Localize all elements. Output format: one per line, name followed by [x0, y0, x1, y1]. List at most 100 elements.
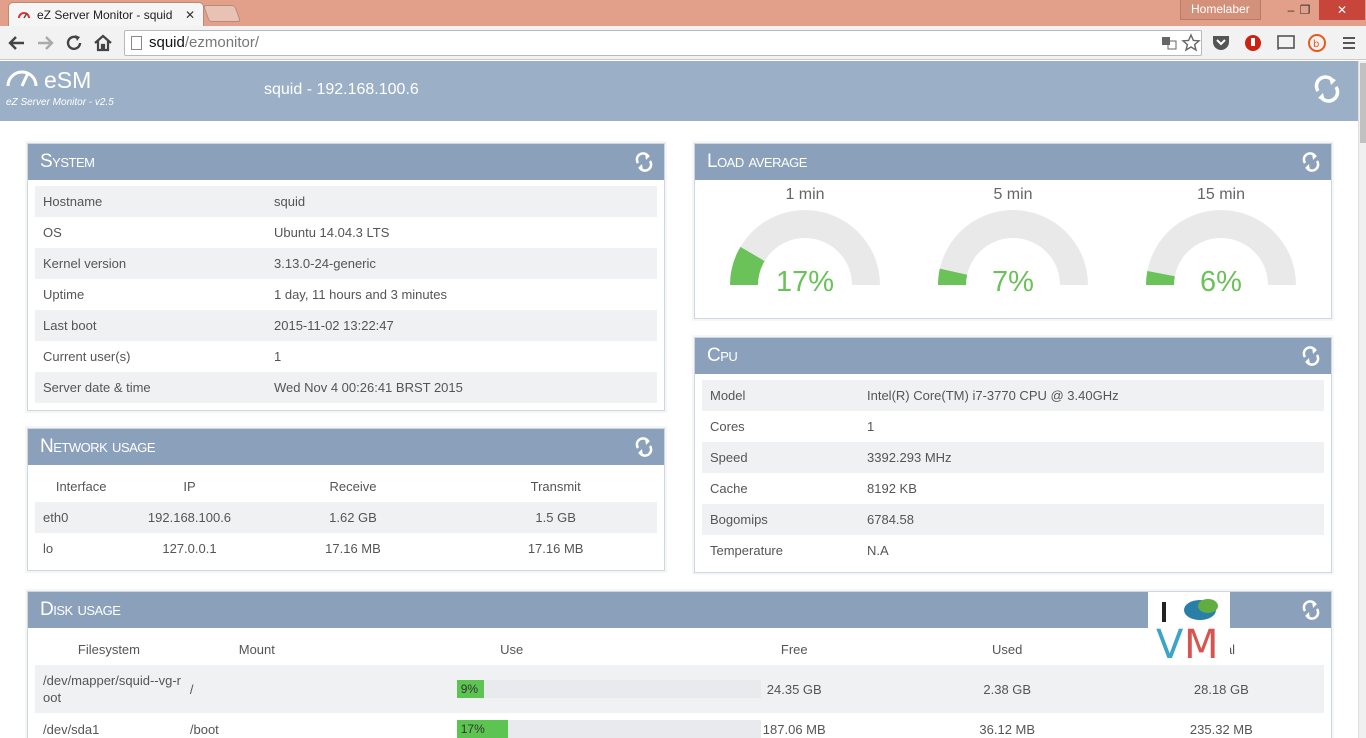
disk-header-cell: Used: [992, 642, 1023, 657]
close-window-button[interactable]: ✕: [1319, 0, 1365, 20]
speedometer-logo-icon: [6, 70, 38, 87]
disk-filesystem: /dev/sda1: [43, 721, 100, 737]
app-subtitle: eZ Server Monitor - v2.5: [6, 97, 114, 108]
system-label: OS: [43, 225, 62, 240]
load-gauge: 5 min 7%: [913, 186, 1113, 326]
new-tab-button[interactable]: [202, 5, 242, 22]
disk-use: 9%: [330, 665, 761, 713]
cpu-label: Bogomips: [702, 504, 867, 535]
cpu-refresh-icon[interactable]: [1301, 346, 1321, 366]
system-value: 1 day, 11 hours and 3 minutes: [274, 287, 447, 302]
back-icon[interactable]: [6, 32, 28, 54]
system-value: Ubuntu 14.04.3 LTS: [274, 225, 390, 240]
network-cell: eth0: [35, 502, 128, 533]
forward-icon[interactable]: [34, 32, 56, 54]
gauge-label: 5 min: [993, 186, 1033, 203]
load-refresh-icon[interactable]: [1301, 152, 1321, 172]
network-cell: 17.16 MB: [527, 541, 584, 556]
address-url: squid/ezmonitor/: [149, 34, 260, 51]
disk-used: 2.38 GB: [895, 665, 1119, 713]
extension-icon[interactable]: b: [1308, 34, 1326, 52]
adblock-icon[interactable]: [1244, 34, 1262, 52]
network-table: Interface IP Receive Transmit eth0 192.168.1…: [35, 471, 657, 564]
network-cell: 192.168.100.6: [127, 502, 252, 533]
network-row: lo 127.0.0.1 17.16 MB 17.16 MB: [35, 533, 657, 564]
disk-header-cell: Filesystem: [77, 642, 140, 657]
home-icon[interactable]: [92, 32, 114, 54]
network-cell: 1.5 GB: [454, 502, 657, 533]
disk-title: Disk usage: [40, 599, 121, 620]
cpu-label: Cores: [710, 419, 745, 434]
system-panel-header: System: [28, 144, 664, 180]
gauge-value: 17%: [775, 266, 835, 298]
disk-usage-fill: 9%: [456, 680, 485, 698]
disk-usage-bar: 9%: [456, 680, 761, 698]
cpu-value: 6784.58: [867, 504, 1324, 535]
disk-refresh-icon[interactable]: [1301, 600, 1321, 620]
system-title: System: [40, 151, 95, 172]
system-refresh-icon[interactable]: [634, 152, 654, 172]
browser-tab[interactable]: eZ Server Monitor - squid ✕: [8, 2, 204, 26]
svg-text:M: M: [1184, 622, 1219, 664]
vm-logo-watermark: V M: [1148, 592, 1230, 668]
disk-row: /dev/mapper/squid--vg-root/9% 24.35 GB 2.3…: [35, 665, 1324, 713]
esm-favicon-icon: [17, 8, 31, 22]
system-value: squid: [274, 186, 657, 217]
system-value: 2015-11-02 13:22:47: [274, 310, 657, 341]
network-header-cell: Interface: [55, 479, 107, 494]
disk-panel-header: Disk usage: [28, 592, 1331, 628]
cpu-row: Temperature N.A: [702, 535, 1324, 566]
network-cell: lo: [43, 541, 54, 556]
gauge-label: 1 min: [785, 186, 825, 203]
scrollbar-thumb[interactable]: [1360, 63, 1366, 143]
address-bar[interactable]: squid/ezmonitor/: [124, 30, 1202, 56]
chrome-menu-icon[interactable]: [1340, 34, 1358, 52]
cpu-value: 3392.293 MHz: [867, 442, 1324, 473]
cpu-row: Model Intel(R) Core(TM) i7-3770 CPU @ 3.4…: [702, 380, 1324, 411]
system-value: Wed Nov 4 00:26:41 BRST 2015: [274, 372, 657, 403]
tab-close-icon[interactable]: ✕: [185, 8, 195, 22]
disk-total: 28.18 GB: [1118, 665, 1324, 713]
system-value: 3.13.0-24-generic: [274, 248, 657, 279]
system-label: Current user(s): [43, 349, 131, 364]
cpu-label: Cache: [710, 481, 748, 496]
cast-icon[interactable]: [1276, 34, 1295, 52]
reload-icon[interactable]: [63, 32, 85, 54]
network-refresh-icon[interactable]: [634, 437, 654, 457]
pocket-icon[interactable]: [1211, 34, 1229, 52]
cpu-row: Cache 8192 KB: [702, 473, 1324, 504]
cpu-label: Temperature: [710, 543, 783, 558]
cpu-row: Speed 3392.293 MHz: [702, 442, 1324, 473]
cpu-panel: Cpu Model Intel(R) Core(TM) i7-3770 CPU @…: [694, 337, 1332, 573]
network-panel: Network usage Interface IP Receive Transmit…: [27, 428, 665, 571]
gauge-value: 7%: [992, 266, 1034, 298]
app-name: eSM: [44, 67, 92, 93]
gauge-value: 6%: [1200, 266, 1242, 298]
cpu-value: 1: [867, 419, 875, 434]
cpu-row: Cores 1: [702, 411, 1324, 442]
cpu-value: 8192 KB: [867, 481, 917, 496]
bookmark-star-icon[interactable]: [1181, 33, 1201, 56]
page-scrollbar[interactable]: [1358, 61, 1366, 738]
disk-usage-fill: 17%: [456, 720, 509, 738]
disk-panel: Disk usage FilesystemMountUseFreeUsedTot…: [27, 591, 1332, 738]
refresh-all-icon[interactable]: [1312, 74, 1342, 104]
cpu-row: Bogomips 6784.58: [702, 504, 1324, 535]
profile-button[interactable]: Homelaber: [1180, 0, 1261, 20]
tab-title: eZ Server Monitor - squid: [37, 7, 173, 22]
system-row: Last boot 2015-11-02 13:22:47: [35, 310, 657, 341]
cpu-label: Speed: [702, 442, 867, 473]
cpu-panel-header: Cpu: [695, 338, 1331, 374]
app-header: eSM eZ Server Monitor - v2.5 squid - 192…: [0, 61, 1358, 121]
load-gauge: 15 min 6%: [1121, 186, 1321, 326]
cpu-value: Intel(R) Core(TM) i7-3770 CPU @ 3.40GHz: [867, 380, 1324, 411]
network-row: eth0 192.168.100.6 1.62 GB 1.5 GB: [35, 502, 657, 533]
translate-icon[interactable]: [1161, 35, 1177, 54]
maximize-button[interactable]: ❐: [1292, 0, 1318, 20]
system-row: Current user(s) 1: [35, 341, 657, 372]
host-line: squid - 192.168.100.6: [264, 81, 419, 98]
load-average-panel: Load average 1 min 17% 5 min 7% 15 min 6%: [694, 143, 1332, 319]
system-value: 1: [274, 349, 282, 364]
load-average-title: Load average: [707, 151, 807, 172]
system-label: Kernel version: [35, 248, 274, 279]
